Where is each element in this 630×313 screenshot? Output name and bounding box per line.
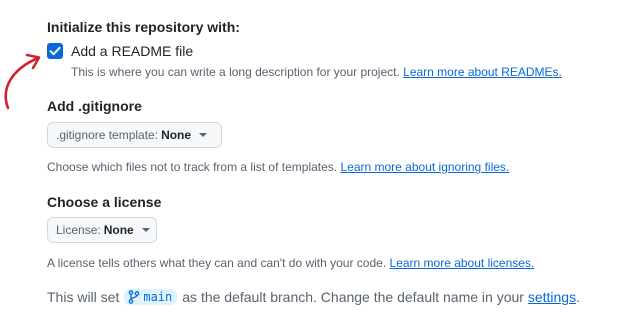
gitignore-select-prefix: .gitignore template: [56, 128, 159, 142]
gitignore-help-text: Choose which files not to track from a l… [47, 160, 341, 174]
curved-arrow-icon [4, 53, 41, 110]
footer-period: . [576, 289, 580, 305]
readme-learn-more-link[interactable]: Learn more about READMEs. [403, 65, 562, 79]
triangle-down-icon [141, 228, 150, 232]
gitignore-learn-more-link[interactable]: Learn more about ignoring files. [340, 160, 509, 174]
footer-text-before: This will set [47, 289, 120, 305]
license-select-prefix: License: [56, 223, 101, 237]
default-branch-note: This will set main as the default branch… [47, 289, 580, 305]
branch-name: main [143, 290, 173, 304]
git-branch-icon [129, 290, 140, 304]
license-select-value: None [103, 223, 134, 237]
license-help-text: A license tells others what they can and… [47, 256, 390, 270]
gitignore-help: Choose which files not to track from a l… [47, 160, 509, 174]
license-help: A license tells others what they can and… [47, 256, 534, 270]
init-section-title: Initialize this repository with: [47, 19, 240, 35]
readme-checkbox-label[interactable]: Add a README file [71, 43, 193, 59]
readme-help-text: This is where you can write a long descr… [71, 65, 404, 79]
gitignore-template-select[interactable]: .gitignore template: None [47, 122, 222, 148]
gitignore-section-title: Add .gitignore [47, 98, 142, 114]
footer-text-after: as the default branch. Change the defaul… [182, 289, 524, 305]
license-select[interactable]: License: None [47, 217, 157, 243]
license-learn-more-link[interactable]: Learn more about licenses. [390, 256, 535, 270]
gitignore-select-value: None [161, 128, 192, 142]
branch-name-chip: main [124, 289, 178, 305]
triangle-down-icon [199, 133, 208, 137]
settings-link[interactable]: settings [528, 289, 576, 305]
readme-help: This is where you can write a long descr… [71, 65, 562, 79]
license-section-title: Choose a license [47, 194, 162, 210]
